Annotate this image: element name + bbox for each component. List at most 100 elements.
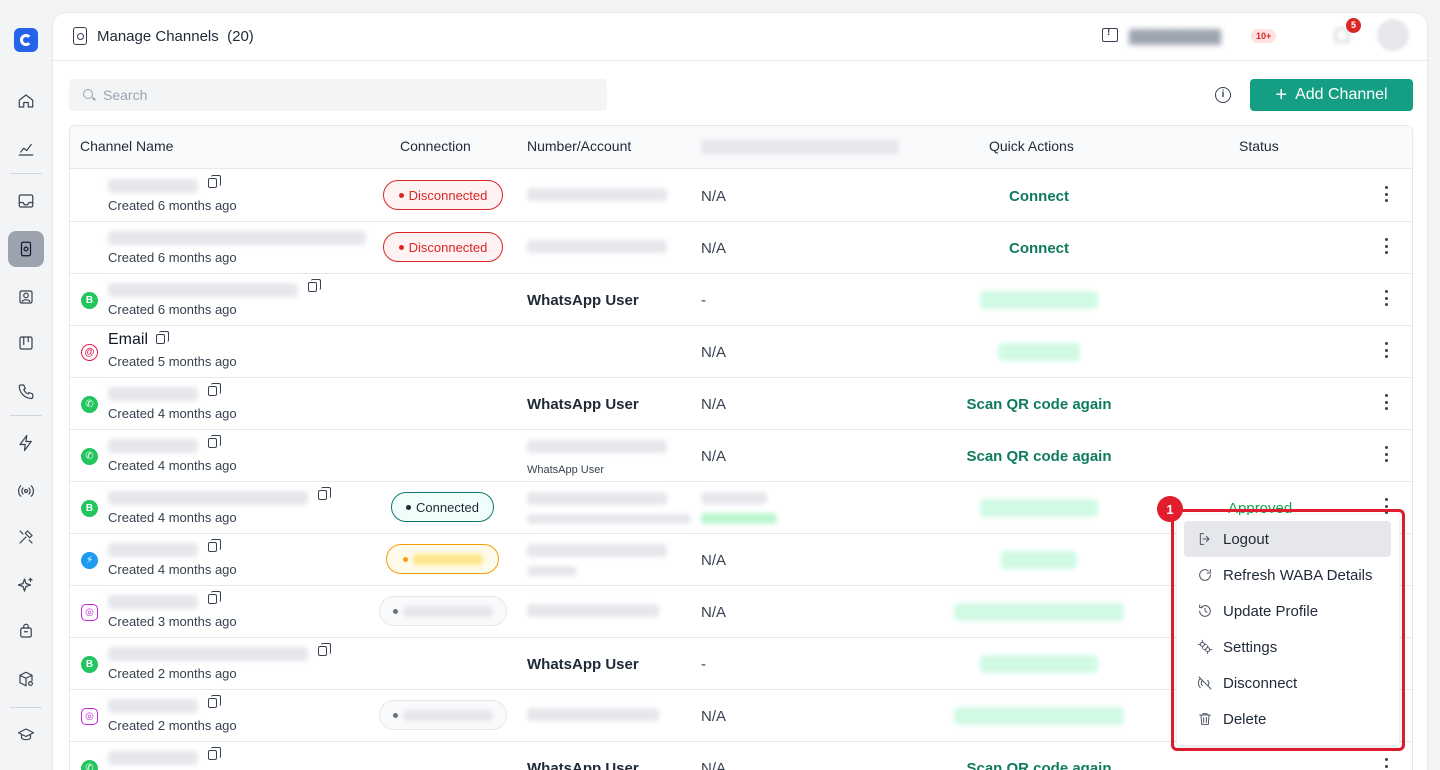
- status-dot: [406, 504, 412, 510]
- quick-action-link[interactable]: Scan QR code again: [938, 760, 1140, 770]
- more-actions-icon[interactable]: [1384, 290, 1388, 306]
- inbox-icon[interactable]: [8, 183, 44, 219]
- whatsapp-icon: ✆: [81, 760, 98, 770]
- table-row[interactable]: Created 6 months ago Disconnected N/A Conne…: [70, 170, 1412, 222]
- col-blurred-header[interactable]: [701, 140, 899, 154]
- more-actions-icon[interactable]: [1384, 238, 1388, 254]
- quick-action-blurred[interactable]: [954, 707, 1124, 725]
- quick-action-blurred[interactable]: [980, 655, 1098, 673]
- info-icon[interactable]: i: [1215, 87, 1231, 103]
- kebab-dot: [1384, 303, 1388, 306]
- app-logo[interactable]: [14, 28, 38, 52]
- menu-item-logout[interactable]: Logout: [1184, 521, 1391, 557]
- table-row[interactable]: @ Email Created 5 months ago N/A: [70, 326, 1412, 378]
- quick-action-link[interactable]: Scan QR code again: [938, 396, 1140, 413]
- created-date: Created 3 months ago: [108, 614, 237, 629]
- more-actions-icon[interactable]: [1384, 394, 1388, 410]
- created-date: Created 6 months ago: [108, 198, 237, 213]
- tools-icon[interactable]: [8, 519, 44, 555]
- col-number-account[interactable]: Number/Account: [527, 138, 631, 154]
- quick-action-blurred[interactable]: [980, 291, 1098, 309]
- account-sub-blurred: [527, 514, 691, 524]
- analytics-icon[interactable]: [8, 131, 44, 167]
- copy-icon[interactable]: [208, 435, 221, 448]
- page-title-text: Manage Channels: [97, 28, 219, 45]
- copy-icon[interactable]: [318, 487, 331, 500]
- quick-action-blurred[interactable]: [954, 603, 1124, 621]
- menu-item-delete[interactable]: Delete: [1184, 701, 1391, 737]
- menu-item-label: Refresh WABA Details: [1223, 566, 1373, 584]
- channels-icon[interactable]: [8, 231, 44, 267]
- connection-status-text: Disconnected: [408, 187, 488, 203]
- more-actions-icon[interactable]: [1384, 758, 1388, 770]
- table-row[interactable]: Created 6 months ago Disconnected N/A Conne…: [70, 222, 1412, 274]
- quick-action-blurred[interactable]: [980, 499, 1098, 517]
- logout-icon: [1197, 531, 1213, 547]
- col-status[interactable]: Status: [1239, 138, 1279, 154]
- ai-sparkle-icon[interactable]: [8, 567, 44, 603]
- search-input[interactable]: [103, 86, 583, 104]
- shop-bag-icon[interactable]: [8, 613, 44, 649]
- channel-name-blurred: [108, 699, 198, 713]
- message-alert-icon[interactable]: [1102, 27, 1118, 42]
- menu-item-refresh-waba[interactable]: Refresh WABA Details: [1184, 557, 1391, 593]
- home-icon[interactable]: [8, 83, 44, 119]
- kebab-dot: [1384, 498, 1388, 501]
- broadcast-icon[interactable]: [8, 473, 44, 509]
- whatsapp-business-icon: B: [81, 656, 98, 673]
- copy-icon[interactable]: [208, 175, 221, 188]
- messenger-icon: ⚡: [81, 552, 98, 569]
- messages-value: N/A: [701, 344, 727, 361]
- copy-icon[interactable]: [208, 695, 221, 708]
- status-dot: [398, 192, 404, 198]
- copy-icon[interactable]: [208, 383, 221, 396]
- board-icon[interactable]: [8, 325, 44, 361]
- table-row[interactable]: ✆ Created 4 months ago WhatsApp User N/A Sca…: [70, 430, 1412, 482]
- row-actions-menu: Logout Refresh WABA Details Update Profi…: [1177, 515, 1399, 745]
- table-row[interactable]: B Created 6 months ago WhatsApp User -: [70, 274, 1412, 326]
- whatsapp-business-icon: B: [81, 500, 98, 517]
- account-number: WhatsApp User: [527, 396, 639, 413]
- copy-icon[interactable]: [208, 591, 221, 604]
- automation-icon[interactable]: [8, 425, 44, 461]
- channel-name-blurred: [108, 543, 198, 557]
- kebab-dot: [1384, 400, 1388, 404]
- copy-icon[interactable]: [318, 643, 331, 656]
- messages-value: N/A: [701, 240, 727, 257]
- academy-icon[interactable]: [8, 717, 44, 753]
- copy-icon[interactable]: [208, 747, 221, 760]
- menu-item-disconnect[interactable]: Disconnect: [1184, 665, 1391, 701]
- quick-action-blurred[interactable]: [1001, 551, 1077, 569]
- more-actions-icon[interactable]: [1384, 446, 1388, 462]
- quick-action-link[interactable]: Connect: [938, 188, 1140, 205]
- quick-action-link[interactable]: Connect: [938, 240, 1140, 257]
- messages-value: N/A: [701, 760, 727, 770]
- whatsapp-icon: ✆: [81, 448, 98, 465]
- copy-icon[interactable]: [208, 539, 221, 552]
- avatar[interactable]: [1377, 19, 1409, 51]
- phone-icon[interactable]: [8, 373, 44, 409]
- col-quick-actions[interactable]: Quick Actions: [989, 138, 1074, 154]
- more-actions-icon[interactable]: [1384, 342, 1388, 358]
- col-connection[interactable]: Connection: [400, 138, 471, 154]
- table-row[interactable]: ✆ Created 4 months ago WhatsApp User N/A Sca…: [70, 378, 1412, 430]
- quick-action-blurred[interactable]: [998, 343, 1080, 361]
- menu-item-label: Delete: [1223, 710, 1267, 728]
- workspace-name-blurred[interactable]: ██████████: [1129, 29, 1221, 44]
- account-number: WhatsApp User: [527, 760, 639, 770]
- copy-icon[interactable]: [308, 279, 321, 292]
- connection-status-text: [403, 709, 493, 721]
- settings-icon: [1197, 639, 1213, 655]
- kebab-dot: [1384, 342, 1388, 345]
- menu-item-settings[interactable]: Settings: [1184, 629, 1391, 665]
- contacts-icon[interactable]: [8, 279, 44, 315]
- channel-count: (20): [227, 28, 254, 45]
- copy-icon[interactable]: [156, 331, 169, 344]
- add-channel-button[interactable]: + Add Channel: [1250, 79, 1413, 111]
- more-actions-icon[interactable]: [1384, 186, 1388, 202]
- package-settings-icon[interactable]: [8, 661, 44, 697]
- quick-action-link[interactable]: Scan QR code again: [938, 448, 1140, 465]
- col-channel-name[interactable]: Channel Name: [80, 138, 173, 154]
- menu-item-update-profile[interactable]: Update Profile: [1184, 593, 1391, 629]
- account-sub-blurred: [527, 566, 577, 576]
